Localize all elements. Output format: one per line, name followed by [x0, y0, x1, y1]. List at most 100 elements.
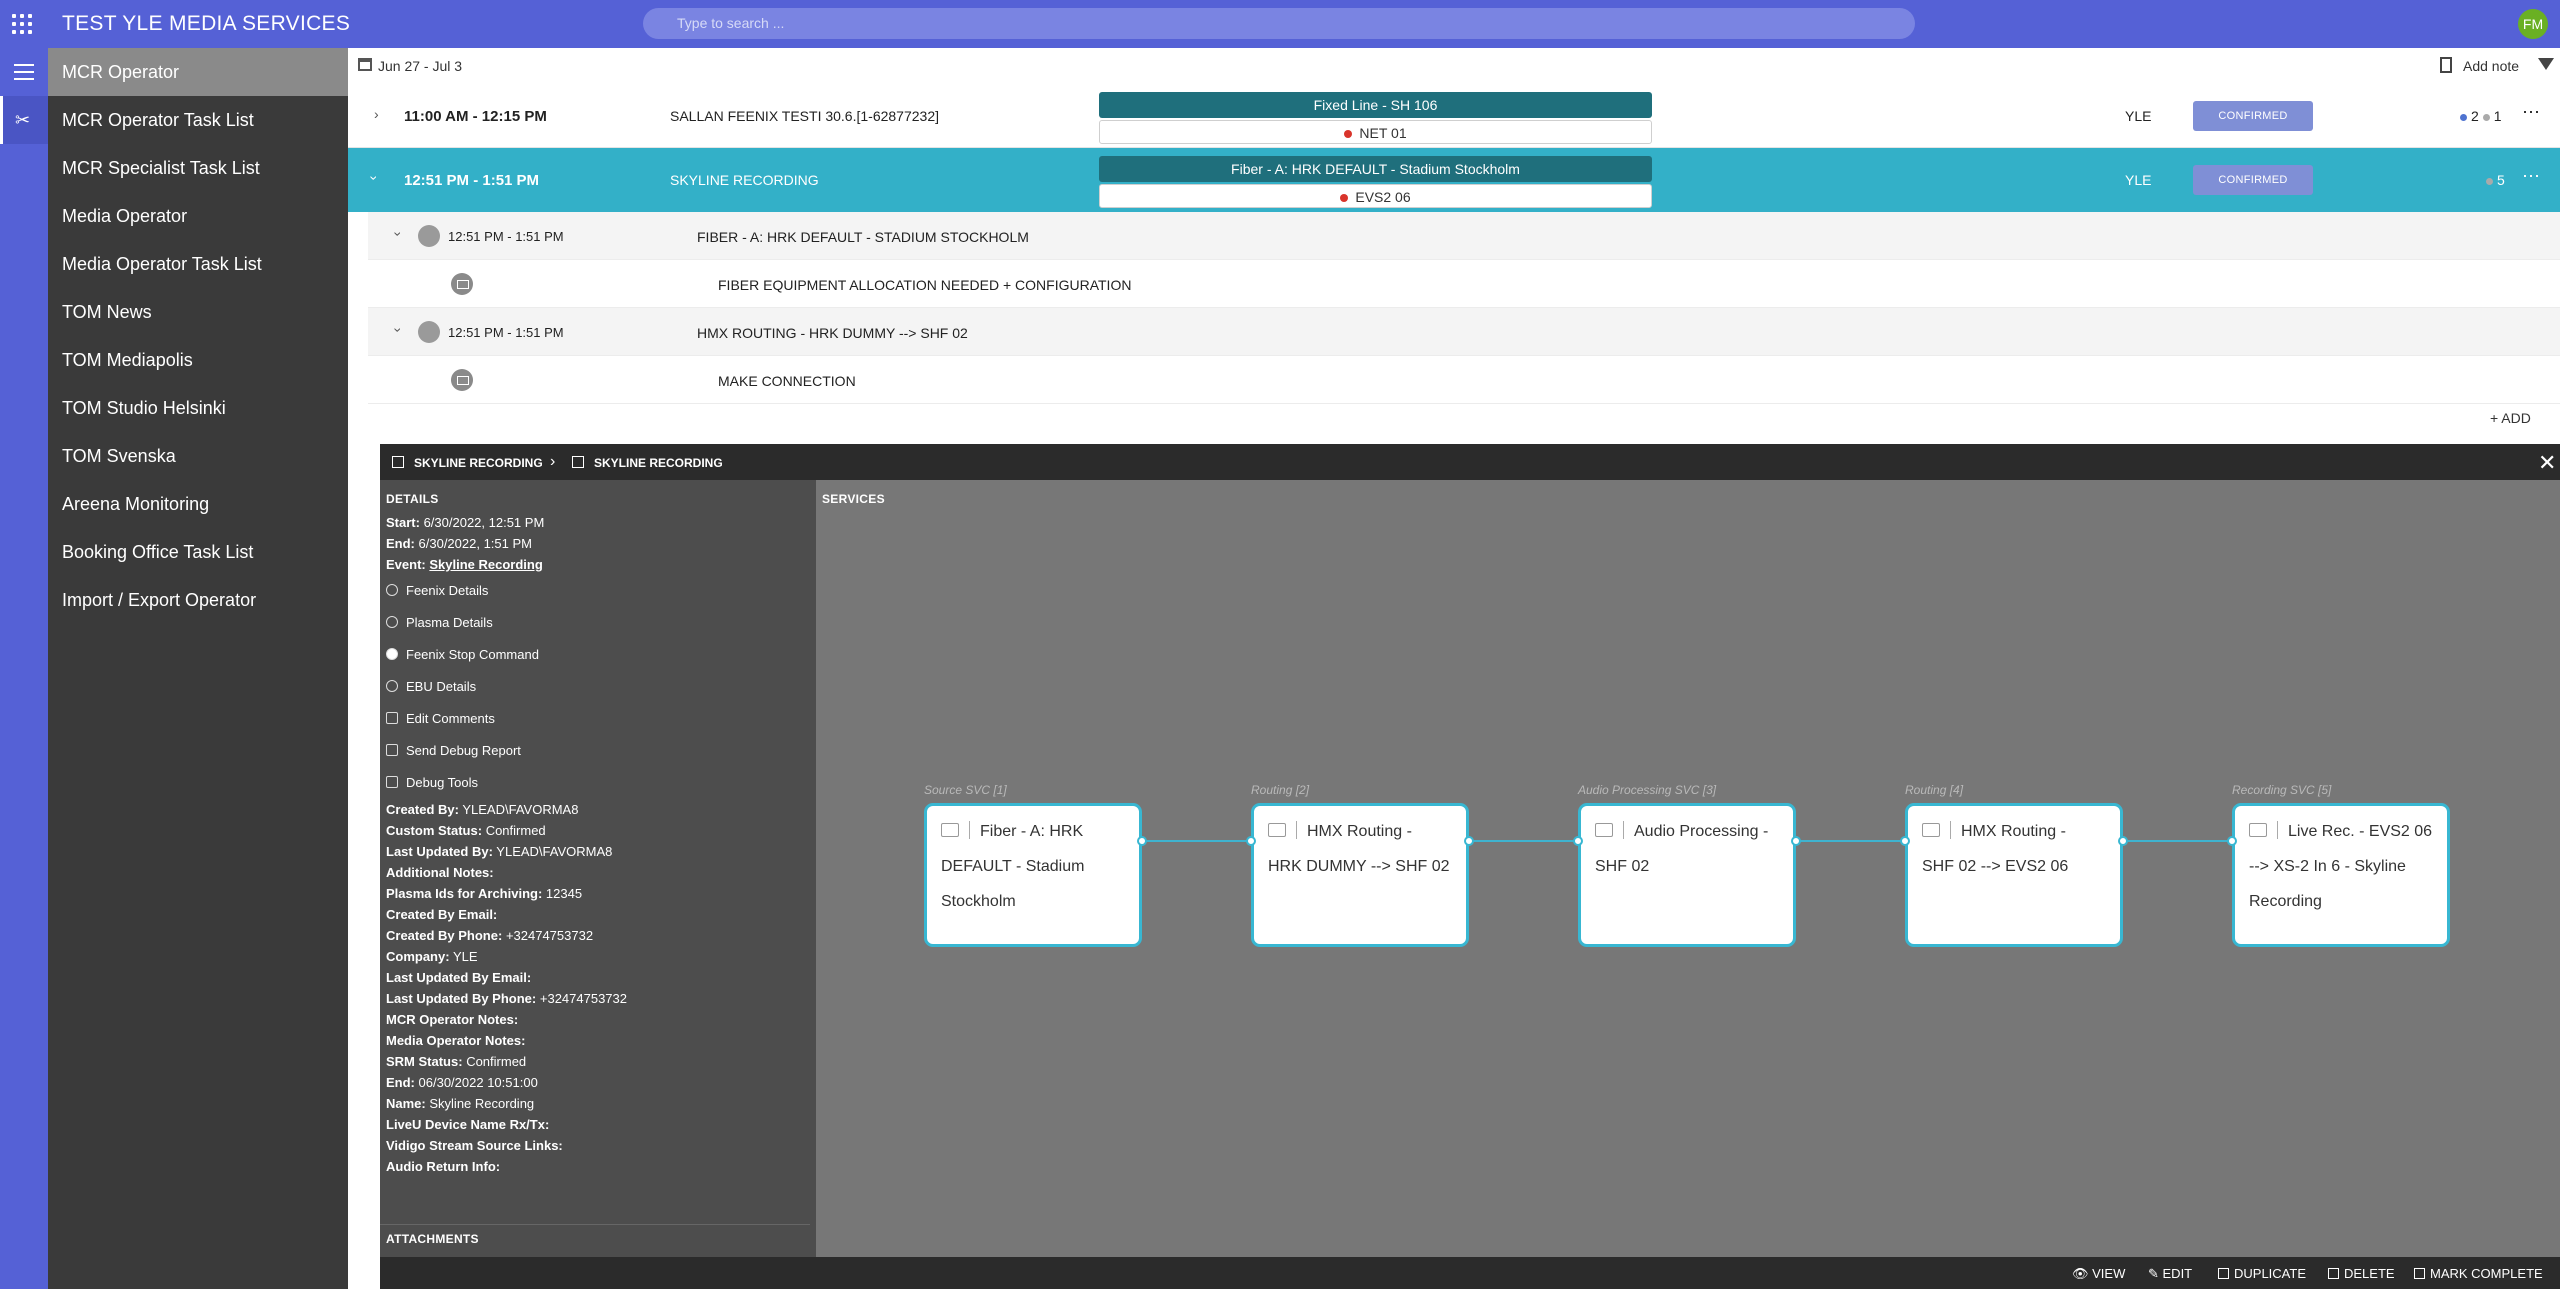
calendar-icon	[392, 456, 404, 468]
service-node-routing-2[interactable]: HMX Routing - HRK DUMMY --> SHF 02	[1251, 803, 1469, 947]
chevron-down-icon[interactable]: ›	[366, 176, 382, 181]
grey-dot-icon	[2486, 177, 2493, 185]
app-title: TEST YLE MEDIA SERVICES	[62, 12, 351, 35]
booking-name: SKYLINE RECORDING	[670, 172, 819, 188]
service-node-source[interactable]: Fiber - A: HRK DEFAULT - Stadium Stockho…	[924, 803, 1142, 947]
service-node-audio[interactable]: Audio Processing - SHF 02	[1578, 803, 1796, 947]
sidebar-item-areena-monitoring[interactable]: Areena Monitoring	[48, 480, 348, 528]
sidebar-item-mcr-operator[interactable]: MCR Operator	[48, 48, 348, 96]
date-range[interactable]: Jun 27 - Jul 3	[378, 58, 462, 74]
node-line: Audio Processing -	[1634, 823, 1769, 840]
field-line: Created By: YLEAD\FAVORMA8	[386, 799, 806, 820]
close-icon[interactable]: ✕	[2538, 450, 2556, 476]
node-label: Recording SVC [5]	[2232, 783, 2332, 797]
info-icon	[386, 584, 398, 596]
chevron-right-icon[interactable]: ›	[374, 106, 379, 122]
output-port[interactable]	[1791, 836, 1801, 846]
sidebar-item-import-export-operator[interactable]: Import / Export Operator	[48, 576, 348, 624]
sidebar-item-tom-studio-helsinki[interactable]: TOM Studio Helsinki	[48, 384, 348, 432]
start-label: Start:	[386, 515, 420, 530]
output-port[interactable]	[2118, 836, 2128, 846]
sub-booking-row[interactable]: › 12:51 PM - 1:51 PM FIBER - A: HRK DEFA…	[368, 212, 2560, 260]
breadcrumb-event[interactable]: SKYLINE RECORDING	[594, 456, 723, 470]
sub-booking-row[interactable]: › 12:51 PM - 1:51 PM HMX ROUTING - HRK D…	[368, 308, 2560, 356]
menu-icon[interactable]	[14, 64, 34, 80]
sidebar-item-media-operator[interactable]: Media Operator	[48, 192, 348, 240]
view-button[interactable]: 👁 VIEW	[2072, 1266, 2125, 1282]
chevron-down-icon[interactable]: ›	[390, 328, 406, 333]
calendar-icon[interactable]	[358, 58, 372, 71]
connector-line	[1469, 840, 1579, 842]
booking-row[interactable]: › 11:00 AM - 12:15 PM SALLAN FEENIX TEST…	[348, 84, 2560, 148]
duplicate-button[interactable]: DUPLICATE	[2218, 1266, 2306, 1281]
connector-line	[1796, 840, 1906, 842]
more-icon[interactable]: ⋯	[2522, 166, 2540, 187]
breadcrumb-booking[interactable]: SKYLINE RECORDING	[414, 456, 543, 470]
service-node-recording[interactable]: Live Rec. - EVS2 06 --> XS-2 In 6 - Skyl…	[2232, 803, 2450, 947]
edit-label: EDIT	[2162, 1266, 2193, 1281]
sidebar-item-media-operator-task-list[interactable]: Media Operator Task List	[48, 240, 348, 288]
delete-label: DELETE	[2344, 1266, 2395, 1281]
field-label: Created By:	[386, 802, 459, 817]
service-node-routing-4[interactable]: HMX Routing - SHF 02 --> EVS2 06	[1905, 803, 2123, 947]
send-debug-report-action[interactable]: Send Debug Report	[386, 735, 806, 767]
status-badge: CONFIRMED	[2193, 101, 2313, 131]
field-line: Vidigo Stream Source Links:	[386, 1135, 806, 1156]
plasma-details-action[interactable]: Plasma Details	[386, 607, 806, 639]
booking-row-selected[interactable]: › 12:51 PM - 1:51 PM SKYLINE RECORDING F…	[348, 148, 2560, 212]
sub-name: HMX ROUTING - HRK DUMMY --> SHF 02	[697, 325, 968, 341]
resource-chip[interactable]: EVS2 06	[1099, 184, 1652, 208]
node-line: Stockholm	[941, 893, 1016, 910]
connector-line	[1142, 840, 1252, 842]
edit-button[interactable]: ✎ EDIT	[2148, 1266, 2192, 1282]
download-icon	[2249, 823, 2267, 837]
blue-dot-icon	[2460, 113, 2467, 121]
app-launcher-icon[interactable]	[12, 14, 32, 34]
field-label: End:	[386, 1075, 415, 1090]
sidebar-item-tom-mediapolis[interactable]: TOM Mediapolis	[48, 336, 348, 384]
delete-button[interactable]: DELETE	[2328, 1266, 2395, 1281]
sidebar-item-tom-news[interactable]: TOM News	[48, 288, 348, 336]
search-input[interactable]: Type to search ...	[643, 8, 1915, 39]
task-row[interactable]: MAKE CONNECTION	[368, 356, 2560, 404]
report-icon	[386, 744, 398, 756]
counts: 5	[2482, 172, 2505, 188]
document-icon	[572, 456, 584, 468]
duplicate-label: DUPLICATE	[2234, 1266, 2306, 1281]
resource-chip[interactable]: NET 01	[1099, 120, 1652, 144]
filter-icon[interactable]	[2538, 58, 2554, 70]
separator	[1623, 821, 1624, 839]
add-button[interactable]: + ADD	[2490, 410, 2531, 426]
grid-icon	[1268, 823, 1286, 837]
input-port[interactable]	[2227, 836, 2237, 846]
input-port[interactable]	[1900, 836, 1910, 846]
feenix-details-action[interactable]: Feenix Details	[386, 575, 806, 607]
sidebar-item-mcr-specialist-task-list[interactable]: MCR Specialist Task List	[48, 144, 348, 192]
field-line: Additional Notes:	[386, 862, 806, 883]
chevron-down-icon[interactable]: ›	[390, 232, 406, 237]
ebu-details-action[interactable]: EBU Details	[386, 671, 806, 703]
task-row[interactable]: FIBER EQUIPMENT ALLOCATION NEEDED + CONF…	[368, 260, 2560, 308]
input-port[interactable]	[1573, 836, 1583, 846]
sidebar-item-booking-office-task-list[interactable]: Booking Office Task List	[48, 528, 348, 576]
feenix-stop-command-action[interactable]: Feenix Stop Command	[386, 639, 806, 671]
panel-footer: 👁 VIEW ✎ EDIT DUPLICATE DELETE MARK COMP…	[380, 1257, 2560, 1289]
debug-tools-action[interactable]: Debug Tools	[386, 767, 806, 799]
event-link[interactable]: Skyline Recording	[429, 557, 542, 572]
more-icon[interactable]: ⋯	[2522, 102, 2540, 123]
input-port[interactable]	[1246, 836, 1256, 846]
service-chip[interactable]: Fiber - A: HRK DEFAULT - Stadium Stockho…	[1099, 156, 1652, 182]
field-line: Plasma Ids for Archiving: 12345	[386, 883, 806, 904]
output-port[interactable]	[1464, 836, 1474, 846]
add-note-button[interactable]: Add note	[2463, 58, 2519, 74]
sidebar-item-mcr-operator-task-list[interactable]: MCR Operator Task List	[48, 96, 348, 144]
node-line: SHF 02	[1595, 858, 1650, 875]
output-port[interactable]	[1137, 836, 1147, 846]
field-line: LiveU Device Name Rx/Tx:	[386, 1114, 806, 1135]
user-avatar[interactable]: FM	[2518, 9, 2548, 39]
sidebar-item-tom-svenska[interactable]: TOM Svenska	[48, 432, 348, 480]
mark-complete-button[interactable]: MARK COMPLETE	[2414, 1266, 2543, 1281]
service-chip[interactable]: Fixed Line - SH 106	[1099, 92, 1652, 118]
edit-comments-action[interactable]: Edit Comments	[386, 703, 806, 735]
field-label: Plasma Ids for Archiving:	[386, 886, 543, 901]
